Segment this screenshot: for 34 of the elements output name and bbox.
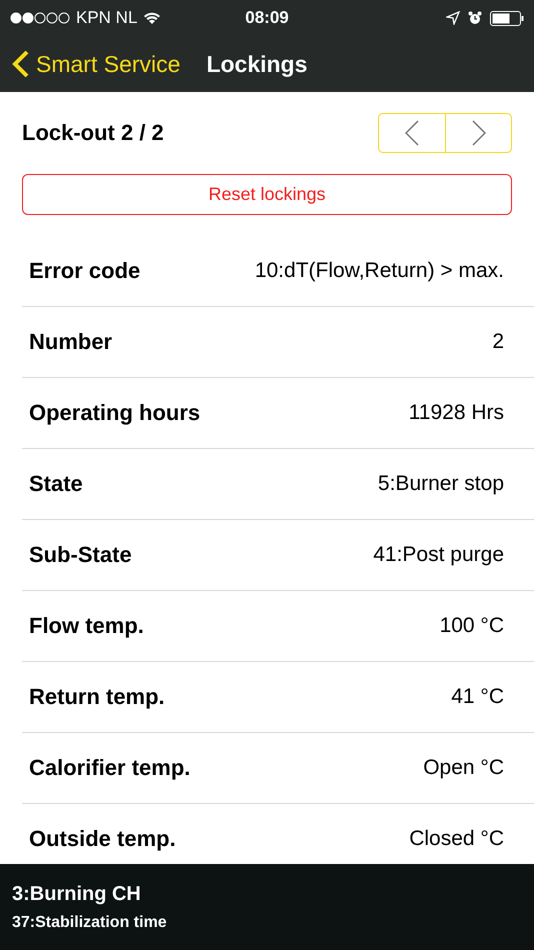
row-value: 10:dT(Flow,Return) > max. [254,259,504,283]
lockout-title: Lock-out 2 / 2 [22,120,164,146]
screen-title: Lockings [206,50,308,78]
battery-icon [490,10,524,26]
row-value: 5:Burner stop [378,472,504,496]
row-label: State [29,471,83,497]
row-label: Outside temp. [29,826,176,852]
row-label: Flow temp. [29,613,144,639]
footer-sub-state: 37:Stabilization time [12,914,168,932]
wifi-icon [143,11,162,25]
row-value: 11928 Hrs [408,401,504,425]
row-value: 41 °C [451,685,504,709]
row-label: Return temp. [29,684,165,710]
location-arrow-icon [446,11,460,25]
chevron-right-icon [472,120,486,146]
row-label: Number [29,329,112,355]
footer-state: 3:Burning CH [12,882,142,906]
clock-time: 08:09 [245,8,289,28]
signal-strength-icon [10,12,70,24]
row-value: Open °C [423,756,504,780]
row-label: Error code [29,258,140,284]
reset-lockings-button[interactable]: Reset lockings [22,174,512,215]
chevron-left-icon [405,120,419,146]
row-label: Operating hours [29,400,200,426]
back-chevron-icon [12,50,30,78]
carrier-name: KPN NL [76,8,138,28]
row-label: Sub-State [29,542,132,568]
back-link[interactable]: Smart Service [12,50,180,78]
row-label: Calorifier temp. [29,755,190,781]
row-value: 100 °C [440,614,504,638]
row-value: 2 [492,330,504,354]
alarm-clock-icon [468,11,482,25]
row-value: 41:Post purge [373,543,504,567]
row-value: Closed °C [409,827,504,851]
